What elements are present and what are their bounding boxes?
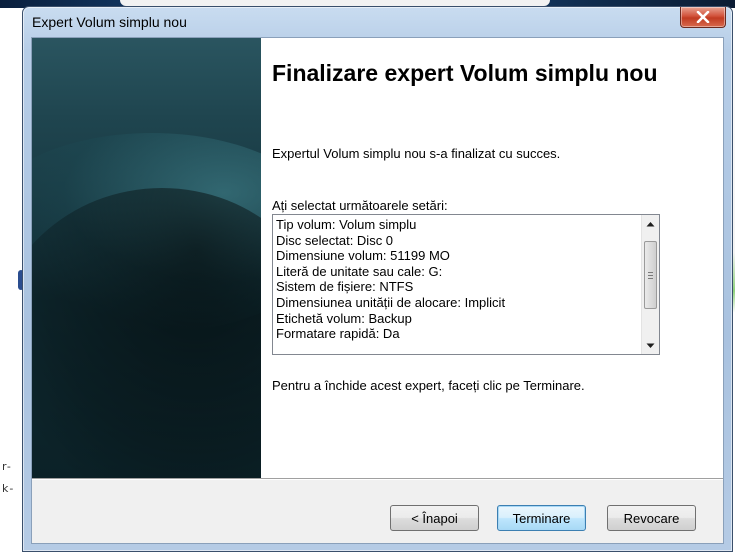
vertical-scrollbar[interactable] xyxy=(641,215,659,354)
cancel-button[interactable]: Revocare xyxy=(607,505,696,531)
title-bar[interactable]: Expert Volum simplu nou xyxy=(23,7,732,37)
setting-item: Dimensiunea unității de alocare: Implici… xyxy=(276,294,506,310)
scroll-thumb[interactable] xyxy=(644,241,657,309)
wizard-window: Expert Volum simplu nou Finalizare exper… xyxy=(22,6,733,552)
settings-summary-listbox[interactable]: Tip volum: Volum simplu Disc selectat: D… xyxy=(272,214,660,355)
background-text-2: k- xyxy=(2,482,15,495)
success-message: Expertul Volum simplu nou s-a finalizat … xyxy=(272,146,561,161)
finish-button[interactable]: Terminare xyxy=(497,505,586,531)
settings-list: Tip volum: Volum simplu Disc selectat: D… xyxy=(276,217,641,342)
page-title: Finalizare expert Volum simplu nou xyxy=(272,60,658,86)
close-icon xyxy=(696,11,710,23)
scroll-up-button[interactable] xyxy=(642,215,659,232)
window-title: Expert Volum simplu nou xyxy=(32,14,187,30)
arrow-up-icon xyxy=(646,221,655,226)
close-button[interactable] xyxy=(680,7,726,28)
arrow-down-icon xyxy=(646,343,655,348)
setting-item: Dimensiune volum: 51199 MO xyxy=(276,248,450,264)
setting-item: Literă de unitate sau cale: G: xyxy=(276,263,443,279)
button-bar: < Înapoi Terminare Revocare xyxy=(32,480,723,543)
background-text-1: r- xyxy=(2,460,12,473)
wizard-side-banner xyxy=(32,38,261,478)
close-instructions: Pentru a închide acest expert, faceți cl… xyxy=(272,378,585,393)
setting-item: Etichetă volum: Backup xyxy=(276,310,412,326)
wizard-content: Finalizare expert Volum simplu nou Exper… xyxy=(261,38,723,478)
grip-icon xyxy=(648,271,653,279)
settings-label: Ați selectat următoarele setări: xyxy=(272,198,448,213)
setting-item: Formatare rapidă: Da xyxy=(276,326,400,342)
setting-item: Disc selectat: Disc 0 xyxy=(276,232,394,248)
setting-item: Tip volum: Volum simplu xyxy=(276,217,417,232)
banner-shadow xyxy=(32,188,261,478)
scroll-down-button[interactable] xyxy=(642,337,659,354)
back-button[interactable]: < Înapoi xyxy=(390,505,479,531)
wizard-client-area: Finalizare expert Volum simplu nou Exper… xyxy=(31,37,724,544)
setting-item: Sistem de fișiere: NTFS xyxy=(276,279,414,295)
